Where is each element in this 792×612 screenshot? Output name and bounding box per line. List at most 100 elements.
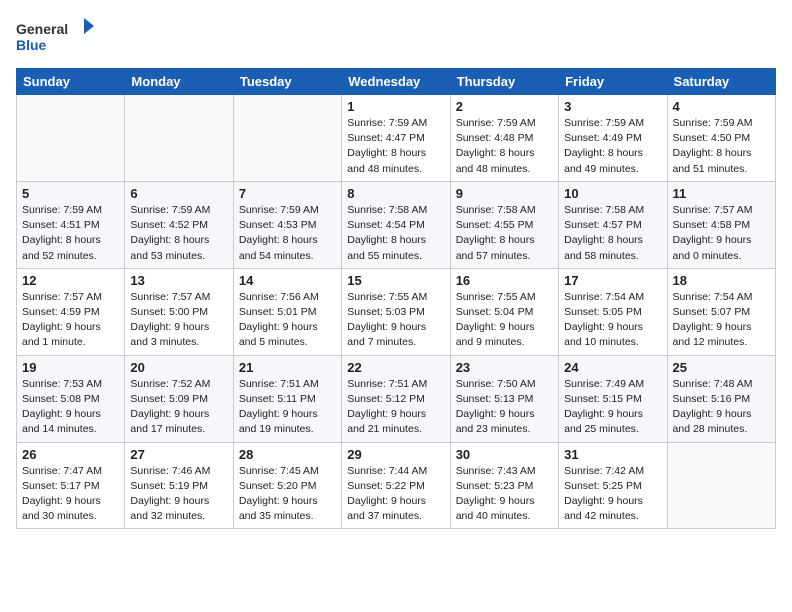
calendar-cell: 24 Sunrise: 7:49 AM Sunset: 5:15 PM Dayli…: [559, 355, 667, 442]
calendar-cell: 28 Sunrise: 7:45 AM Sunset: 5:20 PM Dayli…: [233, 442, 341, 529]
cell-content: Sunrise: 7:59 AM Sunset: 4:52 PM Dayligh…: [130, 203, 227, 264]
cell-content: Sunrise: 7:58 AM Sunset: 4:57 PM Dayligh…: [564, 203, 661, 264]
cell-content: Sunrise: 7:48 AM Sunset: 5:16 PM Dayligh…: [673, 377, 770, 438]
cell-content: Sunrise: 7:51 AM Sunset: 5:11 PM Dayligh…: [239, 377, 336, 438]
day-number: 9: [456, 186, 553, 201]
cell-content: Sunrise: 7:50 AM Sunset: 5:13 PM Dayligh…: [456, 377, 553, 438]
calendar-cell: 19 Sunrise: 7:53 AM Sunset: 5:08 PM Dayli…: [17, 355, 125, 442]
calendar-week-row: 26Sunrise: 7:47 AM Sunset: 5:17 PM Dayli…: [17, 442, 776, 529]
svg-text:Blue: Blue: [16, 37, 47, 53]
day-number: 7: [239, 186, 336, 201]
day-number: 18: [673, 273, 770, 288]
weekday-header-thursday: Thursday: [450, 69, 558, 95]
calendar-cell: 17Sunrise: 7:54 AM Sunset: 5:05 PM Dayli…: [559, 268, 667, 355]
cell-content: Sunrise: 7:59 AM Sunset: 4:50 PM Dayligh…: [673, 116, 770, 177]
day-number: 14: [239, 273, 336, 288]
cell-content: Sunrise: 7:53 AM Sunset: 5:08 PM Dayligh…: [22, 377, 119, 438]
calendar-cell: [17, 95, 125, 182]
cell-content: Sunrise: 7:49 AM Sunset: 5:15 PM Dayligh…: [564, 377, 661, 438]
logo: General Blue: [16, 16, 96, 56]
day-number: 31: [564, 447, 661, 462]
cell-content: Sunrise: 7:46 AM Sunset: 5:19 PM Dayligh…: [130, 464, 227, 525]
calendar-cell: 23 Sunrise: 7:50 AM Sunset: 5:13 PM Dayli…: [450, 355, 558, 442]
day-number: 2: [456, 99, 553, 114]
day-number: 30: [456, 447, 553, 462]
day-number: 16: [456, 273, 553, 288]
calendar-cell: 9 Sunrise: 7:58 AM Sunset: 4:55 PM Daylig…: [450, 181, 558, 268]
calendar-table: SundayMondayTuesdayWednesdayThursdayFrid…: [16, 68, 776, 529]
calendar-cell: 8Sunrise: 7:58 AM Sunset: 4:54 PM Daylig…: [342, 181, 450, 268]
calendar-cell: 2 Sunrise: 7:59 AM Sunset: 4:48 PM Daylig…: [450, 95, 558, 182]
calendar-week-row: 19 Sunrise: 7:53 AM Sunset: 5:08 PM Dayli…: [17, 355, 776, 442]
day-number: 1: [347, 99, 444, 114]
cell-content: Sunrise: 7:42 AM Sunset: 5:25 PM Dayligh…: [564, 464, 661, 525]
calendar-cell: 10 Sunrise: 7:58 AM Sunset: 4:57 PM Dayli…: [559, 181, 667, 268]
calendar-cell: 4 Sunrise: 7:59 AM Sunset: 4:50 PM Daylig…: [667, 95, 775, 182]
cell-content: Sunrise: 7:45 AM Sunset: 5:20 PM Dayligh…: [239, 464, 336, 525]
calendar-week-row: 12 Sunrise: 7:57 AM Sunset: 4:59 PM Dayli…: [17, 268, 776, 355]
calendar-cell: 5 Sunrise: 7:59 AM Sunset: 4:51 PM Daylig…: [17, 181, 125, 268]
day-number: 29: [347, 447, 444, 462]
day-number: 20: [130, 360, 227, 375]
weekday-header-sunday: Sunday: [17, 69, 125, 95]
page-header: General Blue: [16, 16, 776, 56]
day-number: 23: [456, 360, 553, 375]
cell-content: Sunrise: 7:57 AM Sunset: 4:58 PM Dayligh…: [673, 203, 770, 264]
day-number: 5: [22, 186, 119, 201]
cell-content: Sunrise: 7:59 AM Sunset: 4:51 PM Dayligh…: [22, 203, 119, 264]
calendar-cell: 31 Sunrise: 7:42 AM Sunset: 5:25 PM Dayli…: [559, 442, 667, 529]
day-number: 27: [130, 447, 227, 462]
day-number: 15: [347, 273, 444, 288]
cell-content: Sunrise: 7:59 AM Sunset: 4:53 PM Dayligh…: [239, 203, 336, 264]
calendar-cell: [125, 95, 233, 182]
day-number: 3: [564, 99, 661, 114]
calendar-cell: [233, 95, 341, 182]
cell-content: Sunrise: 7:57 AM Sunset: 4:59 PM Dayligh…: [22, 290, 119, 351]
day-number: 24: [564, 360, 661, 375]
calendar-cell: 11Sunrise: 7:57 AM Sunset: 4:58 PM Dayli…: [667, 181, 775, 268]
logo-svg: General Blue: [16, 16, 96, 56]
day-number: 10: [564, 186, 661, 201]
day-number: 4: [673, 99, 770, 114]
day-number: 6: [130, 186, 227, 201]
calendar-cell: 18Sunrise: 7:54 AM Sunset: 5:07 PM Dayli…: [667, 268, 775, 355]
calendar-cell: 13 Sunrise: 7:57 AM Sunset: 5:00 PM Dayli…: [125, 268, 233, 355]
day-number: 22: [347, 360, 444, 375]
cell-content: Sunrise: 7:58 AM Sunset: 4:55 PM Dayligh…: [456, 203, 553, 264]
cell-content: Sunrise: 7:51 AM Sunset: 5:12 PM Dayligh…: [347, 377, 444, 438]
svg-text:General: General: [16, 21, 68, 37]
cell-content: Sunrise: 7:55 AM Sunset: 5:03 PM Dayligh…: [347, 290, 444, 351]
cell-content: Sunrise: 7:44 AM Sunset: 5:22 PM Dayligh…: [347, 464, 444, 525]
day-number: 8: [347, 186, 444, 201]
calendar-header-row: SundayMondayTuesdayWednesdayThursdayFrid…: [17, 69, 776, 95]
calendar-cell: 16Sunrise: 7:55 AM Sunset: 5:04 PM Dayli…: [450, 268, 558, 355]
cell-content: Sunrise: 7:57 AM Sunset: 5:00 PM Dayligh…: [130, 290, 227, 351]
day-number: 28: [239, 447, 336, 462]
weekday-header-friday: Friday: [559, 69, 667, 95]
calendar-cell: 29 Sunrise: 7:44 AM Sunset: 5:22 PM Dayli…: [342, 442, 450, 529]
day-number: 19: [22, 360, 119, 375]
cell-content: Sunrise: 7:59 AM Sunset: 4:49 PM Dayligh…: [564, 116, 661, 177]
calendar-cell: 21Sunrise: 7:51 AM Sunset: 5:11 PM Dayli…: [233, 355, 341, 442]
calendar-cell: 3 Sunrise: 7:59 AM Sunset: 4:49 PM Daylig…: [559, 95, 667, 182]
day-number: 17: [564, 273, 661, 288]
cell-content: Sunrise: 7:52 AM Sunset: 5:09 PM Dayligh…: [130, 377, 227, 438]
cell-content: Sunrise: 7:56 AM Sunset: 5:01 PM Dayligh…: [239, 290, 336, 351]
day-number: 12: [22, 273, 119, 288]
cell-content: Sunrise: 7:47 AM Sunset: 5:17 PM Dayligh…: [22, 464, 119, 525]
cell-content: Sunrise: 7:59 AM Sunset: 4:48 PM Dayligh…: [456, 116, 553, 177]
calendar-cell: 12 Sunrise: 7:57 AM Sunset: 4:59 PM Dayli…: [17, 268, 125, 355]
cell-content: Sunrise: 7:59 AM Sunset: 4:47 PM Dayligh…: [347, 116, 444, 177]
weekday-header-monday: Monday: [125, 69, 233, 95]
weekday-header-tuesday: Tuesday: [233, 69, 341, 95]
calendar-cell: 6 Sunrise: 7:59 AM Sunset: 4:52 PM Daylig…: [125, 181, 233, 268]
calendar-week-row: 1 Sunrise: 7:59 AM Sunset: 4:47 PM Daylig…: [17, 95, 776, 182]
weekday-header-wednesday: Wednesday: [342, 69, 450, 95]
day-number: 13: [130, 273, 227, 288]
calendar-cell: 27 Sunrise: 7:46 AM Sunset: 5:19 PM Dayli…: [125, 442, 233, 529]
calendar-cell: 14 Sunrise: 7:56 AM Sunset: 5:01 PM Dayli…: [233, 268, 341, 355]
day-number: 25: [673, 360, 770, 375]
calendar-cell: 30Sunrise: 7:43 AM Sunset: 5:23 PM Dayli…: [450, 442, 558, 529]
weekday-header-saturday: Saturday: [667, 69, 775, 95]
calendar-week-row: 5 Sunrise: 7:59 AM Sunset: 4:51 PM Daylig…: [17, 181, 776, 268]
